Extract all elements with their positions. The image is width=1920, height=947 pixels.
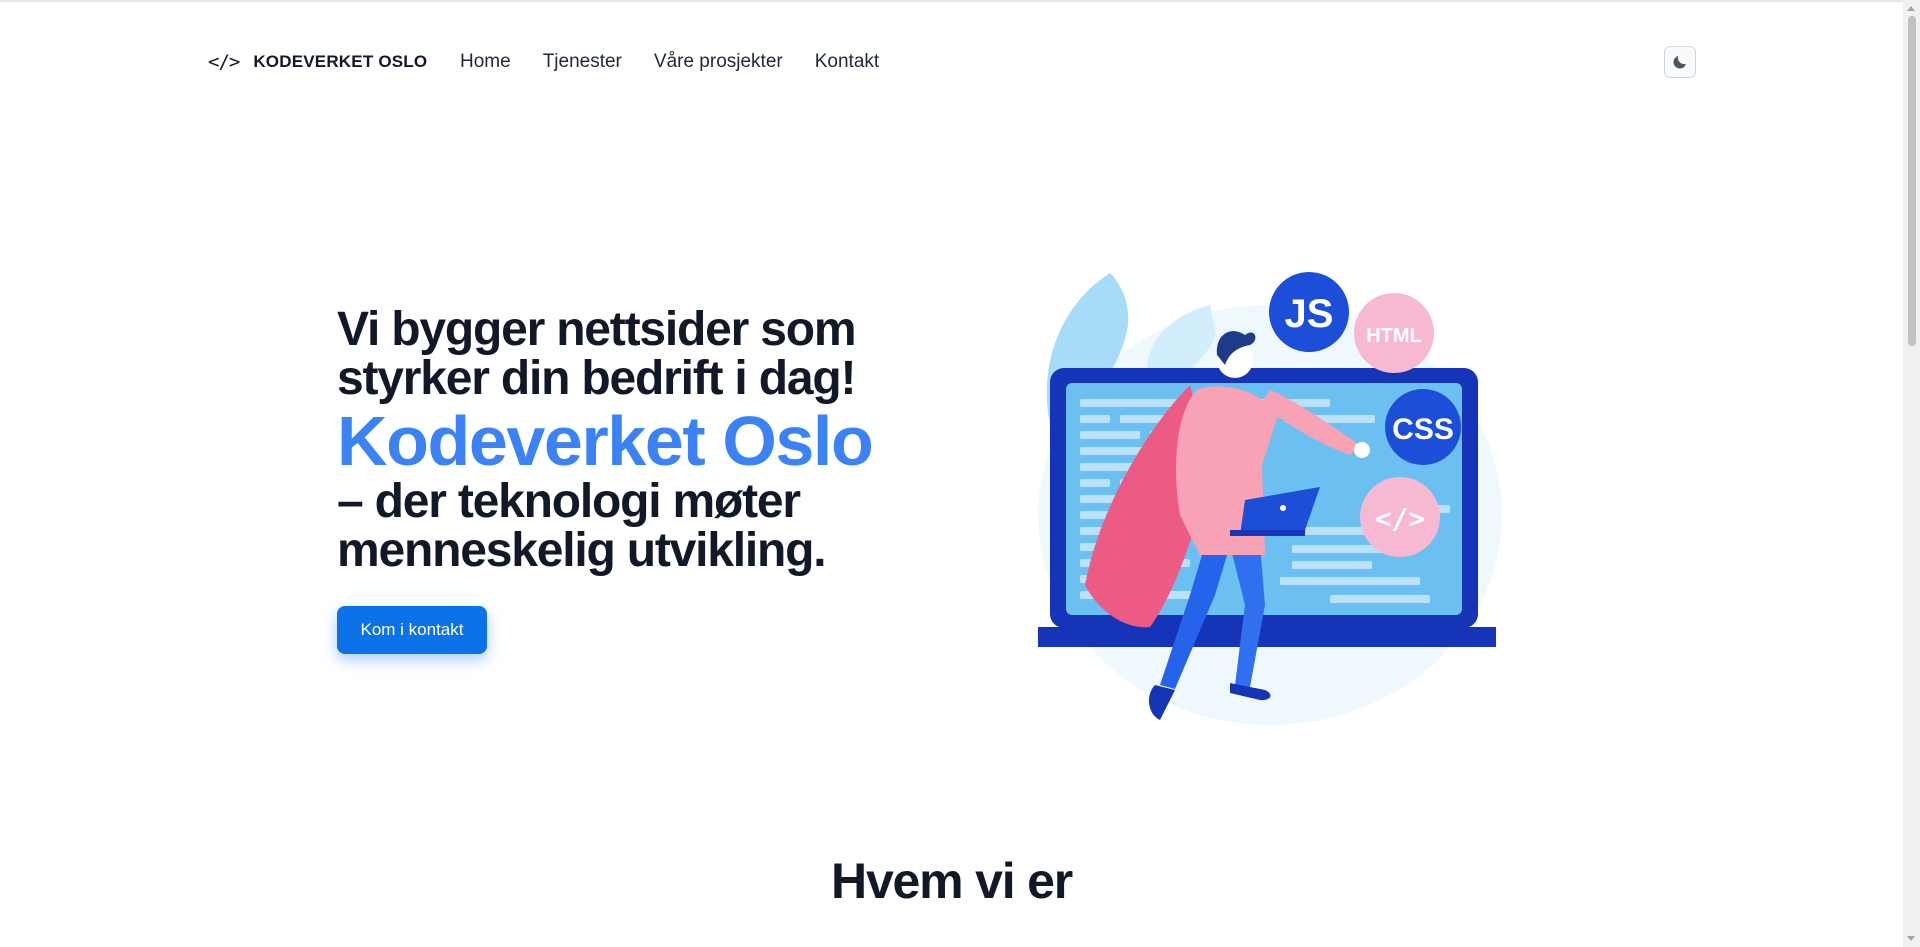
code-badge: </> [1375, 502, 1426, 535]
tagline-line-2: menneskelig utvikling. [337, 524, 827, 577]
site-header: </> KODEVERKET OSLO Home Tjenester Våre … [0, 0, 1903, 124]
nav-home[interactable]: Home [460, 51, 511, 73]
page-scrollbar[interactable] [1903, 0, 1920, 947]
contact-cta-button[interactable]: Kom i kontakt [337, 606, 487, 654]
brand-name: KODEVERKET OSLO [253, 52, 428, 71]
section-title-hvem-vi-er: Hvem vi er [831, 853, 1073, 909]
hero-tagline: – der teknologi møter menneskelig utvikl… [337, 477, 957, 575]
js-badge: JS [1285, 292, 1334, 336]
code-icon: </> [208, 51, 240, 73]
tagline-line-1: – der teknologi møter [337, 475, 801, 528]
headline-line-2: styrker din bedrift i dag! [337, 352, 856, 405]
hero-accent-title: Kodeverket Oslo [337, 402, 874, 480]
headline-line-1: Vi bygger nettsider som [337, 303, 857, 356]
scroll-thumb[interactable] [1908, 16, 1916, 346]
brand-logo[interactable]: </> KODEVERKET OSLO [208, 48, 427, 76]
scroll-down-arrow-icon[interactable] [1907, 936, 1915, 941]
developer-illustration: JS HTML CSS </> [1038, 272, 1502, 725]
css-badge: CSS [1392, 413, 1454, 446]
theme-toggle-button[interactable] [1664, 46, 1696, 78]
scroll-up-arrow-icon[interactable] [1907, 6, 1915, 11]
hero-text: Vi bygger nettsider som styrker din bedr… [337, 305, 957, 575]
main-nav: Home Tjenester Våre prosjekter Kontakt [460, 48, 879, 76]
nav-kontakt[interactable]: Kontakt [815, 51, 879, 73]
html-badge: HTML [1366, 325, 1422, 347]
hero-headline: Vi bygger nettsider som styrker din bedr… [337, 305, 957, 403]
nav-tjenester[interactable]: Tjenester [543, 51, 622, 73]
nav-prosjekter[interactable]: Våre prosjekter [654, 51, 783, 73]
moon-icon [1673, 56, 1686, 69]
